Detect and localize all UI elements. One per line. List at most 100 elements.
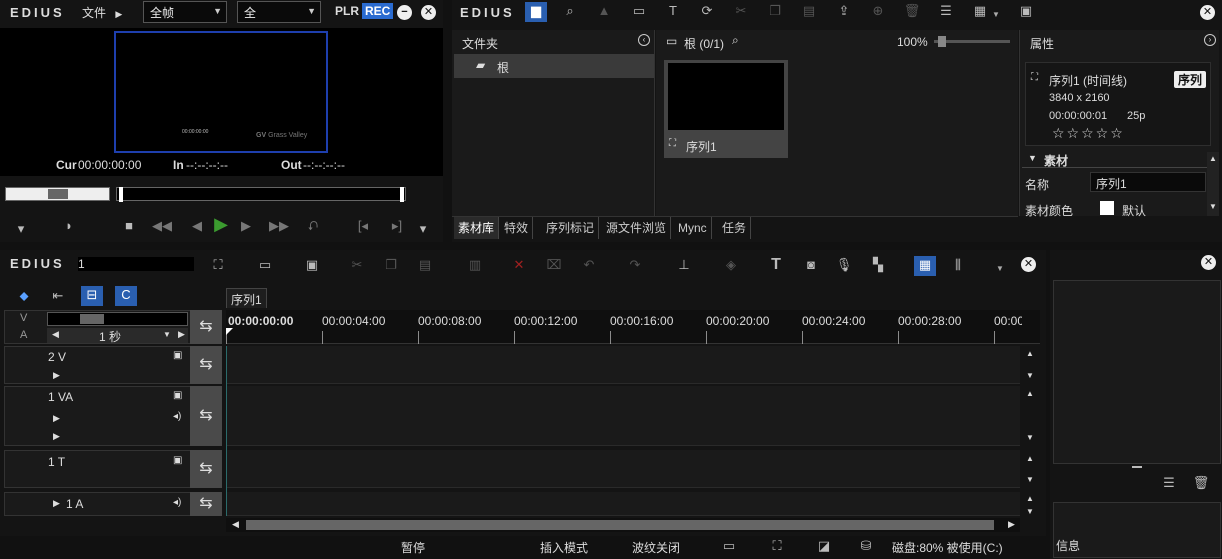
frame-select[interactable]: 全帧 ▼ — [143, 1, 227, 23]
tab-bin[interactable]: 素材库 — [454, 217, 500, 239]
output-icon[interactable]: ◪ — [813, 537, 835, 557]
scroll-right-icon[interactable]: ▶ — [1008, 519, 1015, 530]
chevron-down-icon[interactable]: ▼ — [163, 330, 171, 339]
playhead-marker[interactable] — [226, 328, 233, 335]
name-field[interactable]: 序列1 — [1090, 172, 1206, 192]
redo-icon[interactable]: ↷ — [624, 256, 646, 276]
expand-right-icon[interactable]: › — [1204, 34, 1216, 46]
field-select[interactable]: 全 ▼ — [237, 1, 321, 23]
close-icon[interactable]: ✕ — [421, 5, 436, 20]
clip-thumbnail[interactable]: ⛶ 序列1 — [664, 60, 788, 158]
track-lane-2v[interactable] — [226, 346, 1020, 384]
tab-source-browser[interactable]: 源文件浏览 — [602, 217, 672, 239]
mixer-icon[interactable]: ⫼ — [947, 256, 969, 276]
fullscreen-icon[interactable]: ⛶ — [766, 537, 788, 557]
folder-view-icon[interactable]: ▆ — [525, 2, 547, 22]
track-lane-1va[interactable] — [226, 386, 1020, 446]
list-view-icon[interactable]: ☰ — [935, 2, 957, 22]
paste-icon[interactable]: ▤ — [798, 2, 820, 22]
cut-icon[interactable]: ✂ — [730, 2, 752, 22]
set-marker-icon[interactable]: ⊥ — [673, 256, 695, 276]
open-project-icon[interactable]: ▭ — [254, 256, 276, 276]
link-icon[interactable]: ⊟ — [81, 286, 103, 306]
search-icon[interactable]: ⌕ — [732, 33, 739, 48]
position-bar[interactable] — [116, 187, 406, 202]
expand-icon[interactable]: ▶ — [53, 498, 60, 509]
track-swap-icon[interactable]: ⇆ — [190, 450, 222, 488]
track-swap-icon[interactable]: ⇆ — [190, 386, 222, 446]
expand-icon[interactable]: ▶ — [53, 431, 60, 442]
properties-scrollbar[interactable]: ▲ ▼ — [1207, 152, 1219, 216]
open-folder-icon[interactable]: ▭ — [628, 2, 650, 22]
set-in-icon[interactable]: [◂ — [352, 217, 374, 237]
add-title-icon[interactable]: T — [662, 2, 684, 22]
scroll-up-icon[interactable]: ▲ — [1209, 154, 1217, 163]
save-icon[interactable]: ▣ — [301, 256, 323, 276]
track-swap-icon[interactable]: ⇆ — [190, 492, 222, 516]
scroll-left-icon[interactable]: ◀ — [232, 519, 239, 530]
track-lane-1t[interactable] — [226, 450, 1020, 488]
status-ripple[interactable]: 波纹关闭 — [632, 539, 680, 556]
transition-icon[interactable]: ◈ — [720, 256, 742, 276]
align-icon[interactable]: ⇤ — [47, 287, 69, 307]
delete-icon[interactable]: 🗑 — [901, 2, 923, 22]
expand-icon[interactable]: ▶ — [53, 413, 60, 424]
loop-icon[interactable]: ⮏ — [302, 217, 324, 237]
zoom-handle[interactable] — [938, 36, 946, 47]
ruler-swap-icon[interactable]: ⇆ — [190, 310, 222, 344]
chevron-left-icon[interactable]: ◀ — [52, 329, 59, 340]
copy-icon[interactable]: ❐ — [764, 2, 786, 22]
cut-icon[interactable]: ✂ — [346, 256, 368, 276]
chevron-down-icon[interactable]: ▼ — [992, 10, 1000, 19]
sequence-icon[interactable]: ⟳ — [696, 2, 718, 22]
chevron-right-icon[interactable]: ▶ — [178, 329, 185, 340]
scroll-down-icon[interactable]: ▼ — [1026, 371, 1034, 380]
multicam-icon[interactable]: ▦ — [914, 256, 936, 276]
scroll-down-icon[interactable]: ▼ — [1026, 475, 1034, 484]
folder-root-item[interactable]: ▰ 根 — [454, 54, 654, 78]
horizontal-scroll-handle[interactable] — [246, 520, 994, 530]
expand-icon[interactable]: ▶ — [53, 370, 60, 381]
up-folder-icon[interactable]: ▲ — [593, 2, 615, 22]
rec-button[interactable]: REC — [362, 3, 394, 19]
thumbnail-view-icon[interactable]: ▦ — [969, 2, 991, 22]
file-menu[interactable]: 文件 ▶ — [82, 4, 122, 21]
status-insert-mode[interactable]: 插入模式 — [540, 539, 588, 556]
delete-icon[interactable]: 🗑 — [1190, 474, 1212, 494]
step-back-icon[interactable]: ◀ — [186, 217, 208, 237]
flag-icon[interactable]: ◗ — [58, 217, 80, 237]
track-lane-1a[interactable] — [226, 492, 1020, 516]
render-icon[interactable]: ▚ — [867, 256, 889, 276]
jog-handle[interactable] — [48, 189, 68, 199]
set-out-icon[interactable]: ▸] — [386, 217, 408, 237]
scroll-down-icon[interactable]: ▼ — [1026, 433, 1034, 442]
fast-forward-icon[interactable]: ▶▶ — [268, 217, 290, 237]
snapshot-icon[interactable]: ◙ — [800, 256, 822, 276]
info-tab[interactable]: 信息 — [1056, 537, 1080, 554]
voiceover-icon[interactable]: 🎙 — [833, 256, 855, 276]
step-forward-icon[interactable]: ▶ — [235, 217, 257, 237]
close-icon[interactable]: ✕ — [1200, 5, 1215, 20]
rating-stars[interactable]: ☆☆☆☆☆ — [1052, 125, 1125, 142]
trim-mode-icon[interactable]: ⬥ — [13, 287, 35, 307]
minimize-icon[interactable]: − — [397, 5, 412, 20]
ripple-delete-icon[interactable]: ⌧ — [543, 256, 565, 276]
rewind-icon[interactable]: ◀◀ — [151, 217, 173, 237]
stop-icon[interactable]: ■ — [118, 217, 140, 237]
copy-icon[interactable]: ❐ — [380, 256, 402, 276]
close-icon[interactable]: ✕ — [1021, 257, 1036, 272]
undo-icon[interactable]: ↶ — [578, 256, 600, 276]
toolbox-icon[interactable]: ▣ — [1015, 2, 1037, 22]
tab-mync[interactable]: Mync — [674, 217, 712, 239]
sequence-settings-icon[interactable]: ⛶ — [207, 256, 229, 276]
close-icon[interactable]: ✕ — [1201, 255, 1216, 270]
tab-tasks[interactable]: 任务 — [718, 217, 752, 239]
scroll-up-icon[interactable]: ▲ — [1026, 454, 1034, 463]
plr-button[interactable]: PLR — [335, 4, 359, 18]
horizontal-scrollbar[interactable]: ◀ ▶ — [226, 518, 1020, 532]
tab-sequence-markers[interactable]: 序列标记 — [542, 217, 600, 239]
replace-icon[interactable]: ▥ — [464, 256, 486, 276]
jog-slider[interactable] — [5, 187, 110, 201]
zoom-scroll-handle[interactable] — [80, 314, 104, 324]
sequence-tab[interactable]: 序列1 — [226, 288, 267, 308]
